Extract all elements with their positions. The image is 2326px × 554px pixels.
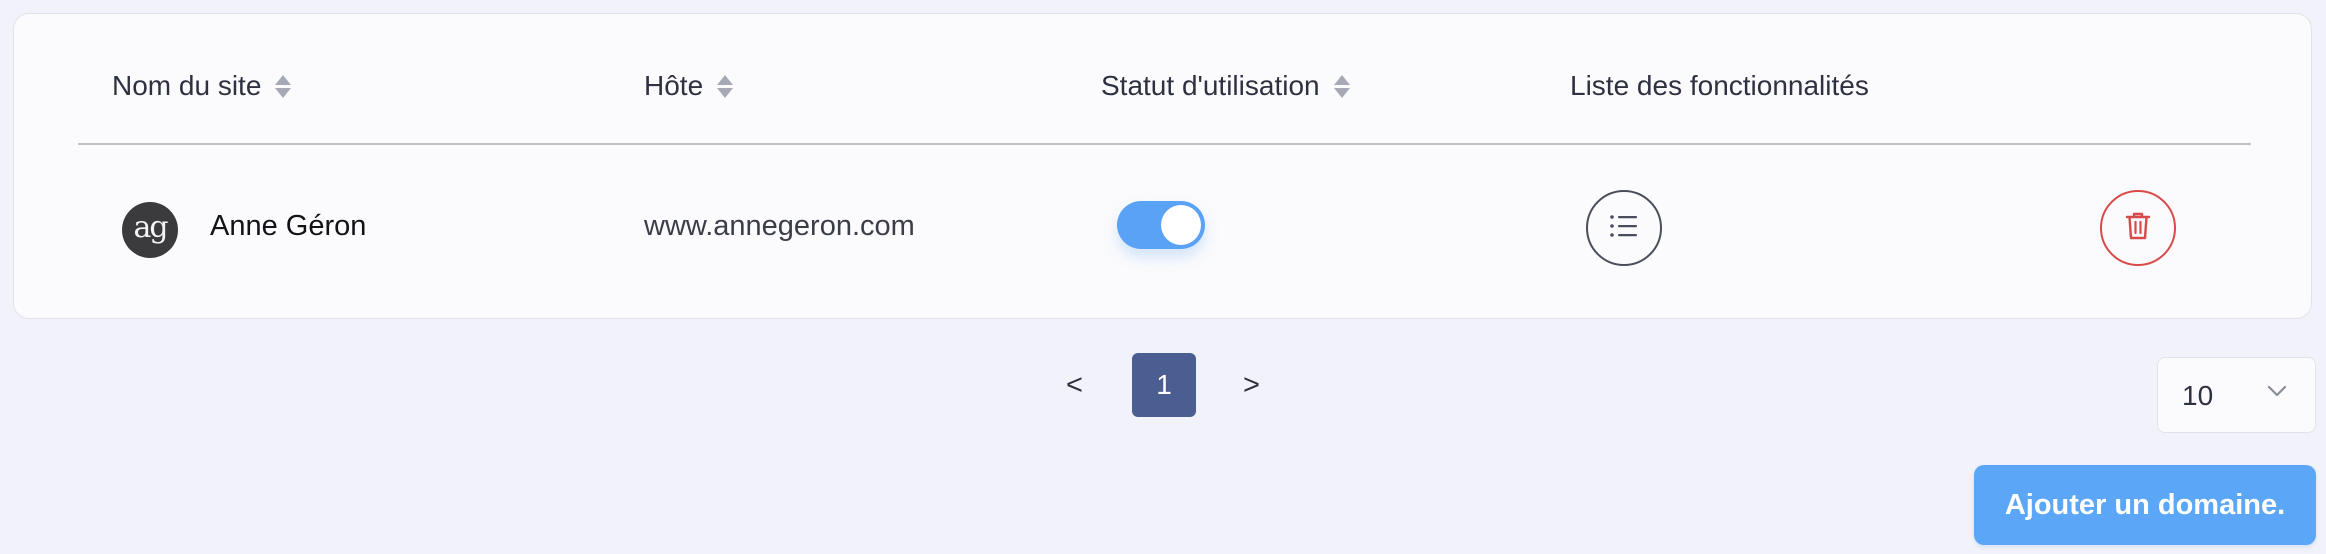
add-domain-button[interactable]: Ajouter un domaine. <box>1974 465 2316 545</box>
column-header-features: Liste des fonctionnalités <box>1570 64 1869 108</box>
header-divider <box>78 143 2251 145</box>
sort-icon[interactable] <box>275 74 292 98</box>
column-header-host[interactable]: Hôte <box>644 64 734 108</box>
chevron-down-icon <box>2267 384 2287 403</box>
per-page-value: 10 <box>2182 380 2214 411</box>
host-cell: www.annegeron.com <box>644 210 915 242</box>
column-header-status[interactable]: Statut d'utilisation <box>1101 64 1350 108</box>
previous-page-button[interactable]: < <box>1066 353 1083 417</box>
avatar: ag <box>122 202 178 258</box>
sort-icon[interactable] <box>717 74 734 98</box>
table-header: Nom du site Hôte Statut d'utilisation Li… <box>78 64 2251 108</box>
next-page-button[interactable]: > <box>1243 353 1260 417</box>
per-page-select[interactable]: 10 <box>2157 357 2316 433</box>
toggle-knob <box>1161 205 1201 245</box>
site-name-cell: Anne Géron <box>210 210 367 242</box>
pagination: < 1 > <box>0 353 2326 417</box>
delete-button[interactable] <box>2100 190 2176 266</box>
page-number-button[interactable]: 1 <box>1132 353 1196 417</box>
trash-icon <box>2125 211 2151 246</box>
column-header-host-label: Hôte <box>644 70 704 101</box>
column-header-site-name[interactable]: Nom du site <box>112 64 292 108</box>
status-toggle[interactable] <box>1117 201 1205 249</box>
features-list-button[interactable] <box>1586 190 1662 266</box>
column-header-features-label: Liste des fonctionnalités <box>1570 70 1869 101</box>
domains-table-card: Nom du site Hôte Statut d'utilisation Li… <box>13 13 2312 319</box>
column-header-status-label: Statut d'utilisation <box>1101 70 1320 101</box>
sort-icon[interactable] <box>1333 74 1350 98</box>
list-icon <box>1609 213 1639 244</box>
column-header-site-name-label: Nom du site <box>112 70 262 101</box>
table-row: ag Anne Géron www.annegeron.com <box>78 174 2251 284</box>
